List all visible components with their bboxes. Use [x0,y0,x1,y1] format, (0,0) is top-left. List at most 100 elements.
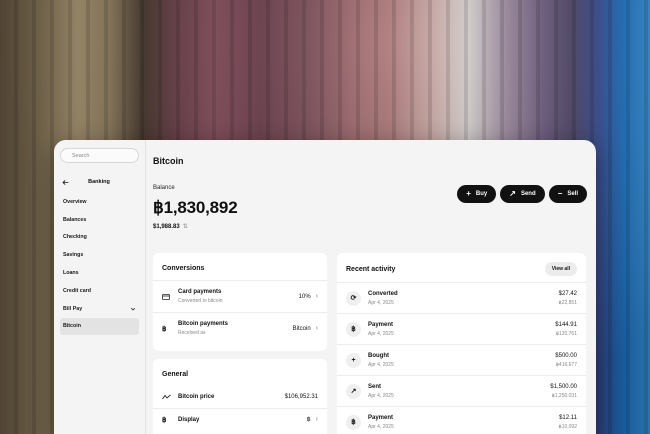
sidebar-item-label: Bill Pay [63,305,83,312]
activity-date: Apr 4, 2025 [368,392,394,399]
action-buttons: + Buy ↗ Send − Sell [457,185,587,203]
row-title: Display [178,416,200,423]
sell-label: Sell [567,191,578,197]
conversions-card: Conversions Card payments Converted to b… [153,253,327,351]
activity-sub-amount: ฿416,677 [555,361,577,368]
plus-icon: + [466,189,471,198]
activity-date: Apr 4, 2025 [368,330,394,337]
search-box[interactable] [60,148,139,163]
activity-row[interactable]: ฿ Payment Apr 4, 2025 $144.91 ฿120,761 [337,313,586,344]
sidebar-item-label: Balances [63,216,87,223]
activity-sub-amount: ฿10,092 [558,423,577,430]
sidebar-item-savings[interactable]: Savings [60,246,139,264]
activity-amount: $500.00 [555,352,577,359]
view-all-button[interactable]: View all [544,262,577,276]
activity-amount: $144.91 [555,321,577,328]
activity-row[interactable]: + Bought Apr 4, 2025 $500.00 ฿416,677 [337,344,586,375]
sidebar-item-balances[interactable]: Balances [60,211,139,229]
chevron-right-icon: › [315,416,318,423]
activity-sub-amount: ฿1,250,031 [551,392,577,399]
activity-title: Recent activity [346,265,396,273]
sidebar-item-label: Loans [63,270,79,277]
arrow-up-right-icon: ↗ [509,189,516,198]
buy-label: Buy [475,191,488,197]
chart-line-icon [162,394,176,400]
sidebar-item-bill-pay[interactable]: Bill Pay [60,300,139,318]
activity-title-text: Payment [368,414,394,421]
sidebar-section-title: Banking [88,179,110,185]
activity-title-text: Bought [368,352,389,359]
row-subtitle: Received as [178,330,206,336]
sidebar-item-bitcoin[interactable]: Bitcoin [60,317,139,336]
plus-icon: + [346,352,361,368]
buy-button[interactable]: + Buy [457,185,497,203]
bitcoin-icon: ฿ [162,325,167,333]
sidebar: Banking Overview Balances Checking Savin… [54,140,146,434]
bitcoin-icon: ฿ [162,416,167,424]
activity-amount: $27.42 [558,290,577,297]
sidebar-header: Banking [60,175,139,189]
display-row[interactable]: ฿ Display ฿ › [153,408,327,430]
balance-fiat-value[interactable]: $1,988.83 ⇅ [153,223,188,231]
general-title: General [162,371,189,378]
balance-sub-value: $1,988.83 [153,223,180,230]
back-arrow-icon[interactable] [62,179,69,186]
bitcoin-payments-row[interactable]: ฿ Bitcoin payments Received as Bitcoin › [153,312,327,344]
row-subtitle: Converted to bitcoin [178,298,223,304]
activity-row[interactable]: ⟳ Converted Apr 4, 2025 $27.42 ฿22,851 [337,282,586,313]
chevron-right-icon: › [315,325,318,332]
activity-title-text: Converted [368,290,398,297]
arrow-up-right-icon: ↗ [346,383,361,399]
chevron-right-icon: › [315,293,318,300]
card-payments-row[interactable]: Card payments Converted to bitcoin 10% › [153,280,327,312]
sidebar-item-label: Checking [63,234,87,241]
bitcoin-icon: ฿ [346,414,361,430]
send-label: Send [520,191,536,197]
activity-row[interactable]: ↗ Sent Apr 4, 2025 $1,500.00 ฿1,250,031 [337,375,586,406]
card-icon [162,293,176,300]
row-title: Bitcoin price [178,394,215,400]
sidebar-item-loans[interactable]: Loans [60,264,139,282]
activity-sub-amount: ฿120,761 [555,330,577,337]
search-input[interactable] [72,152,132,159]
row-value: $106,952.31 [284,394,318,400]
row-title: Bitcoin payments [178,321,229,327]
swap-vertical-icon[interactable]: ⇅ [183,223,188,230]
activity-date: Apr 4, 2025 [368,299,394,306]
recent-activity-card: Recent activity View all ⟳ Converted Apr … [337,253,586,434]
balance-label: Balance [153,185,175,191]
refresh-icon: ⟳ [346,290,361,306]
sidebar-item-overview[interactable]: Overview [60,193,139,211]
activity-amount: $12.11 [559,414,577,421]
sidebar-item-label: Bitcoin [63,323,81,330]
sidebar-item-label: Overview [63,198,87,205]
minus-icon: − [557,189,563,198]
activity-date: Apr 4, 2025 [368,361,394,368]
row-value: Bitcoin [292,325,311,332]
sell-button[interactable]: − Sell [548,185,587,203]
activity-header: Recent activity View all [337,253,586,282]
activity-sub-amount: ฿22,851 [558,299,577,306]
app-window: Banking Overview Balances Checking Savin… [54,140,596,434]
activity-amount: $1,500.00 [550,383,577,390]
chevron-down-icon [130,307,136,311]
sidebar-item-credit-card[interactable]: Credit card [60,282,139,300]
sidebar-item-label: Savings [63,252,84,259]
row-value: ฿ [306,417,311,423]
balance-value: ฿1,830,892 [153,198,238,217]
bitcoin-icon: ฿ [346,321,361,337]
row-value: 10% [298,293,311,300]
general-card: General Bitcoin price $106,952.31 ฿ Disp… [153,359,327,434]
sidebar-item-label: Credit card [63,287,91,294]
activity-row[interactable]: ฿ Payment Apr 4, 2025 $12.11 ฿10,092 [337,406,586,434]
row-title: Card payments [178,289,222,295]
activity-title-text: Sent [368,383,382,390]
send-button[interactable]: ↗ Send [500,185,545,203]
main-content: Bitcoin Balance ฿1,830,892 $1,988.83 ⇅ +… [146,140,596,434]
conversions-title: Conversions [162,265,205,272]
page-title: Bitcoin [153,156,184,166]
activity-date: Apr 4, 2025 [368,423,394,430]
activity-title-text: Payment [368,321,394,328]
bitcoin-price-row[interactable]: Bitcoin price $106,952.31 [153,386,327,408]
sidebar-item-checking[interactable]: Checking [60,229,139,247]
